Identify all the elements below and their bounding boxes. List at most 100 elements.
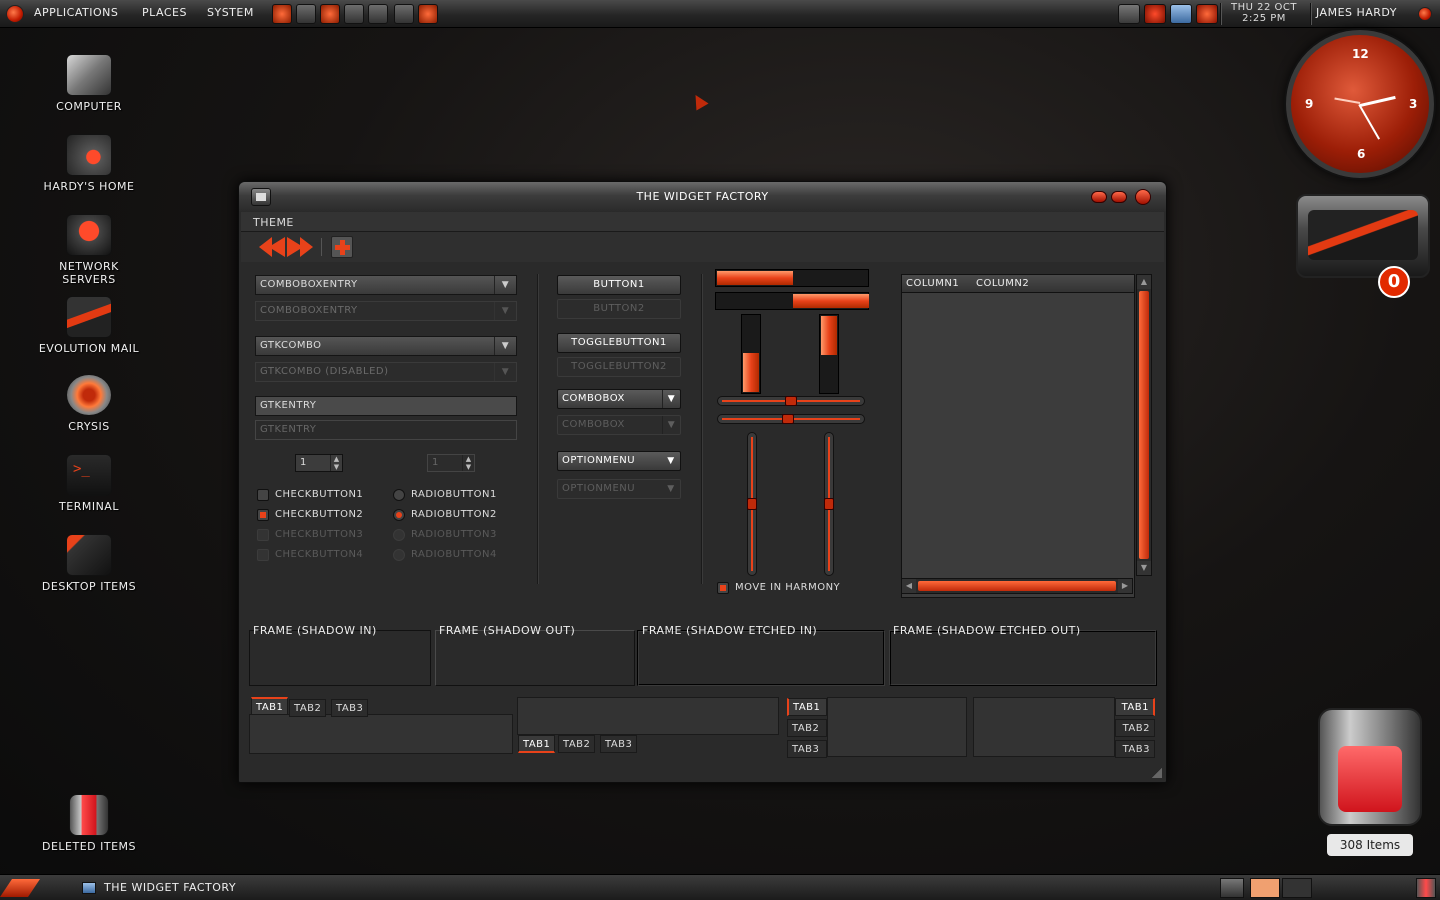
chevron-down-icon[interactable]: ▼ [494,276,516,294]
back-arrow-icon[interactable] [259,237,285,257]
column-header-2[interactable]: column2 [972,275,1029,293]
taskbar-window-button[interactable]: The Widget Factory [74,877,474,899]
desktop-icon-network[interactable]: Network Servers [14,214,164,286]
hscale-2[interactable] [717,414,865,424]
desktop-icon-trash[interactable]: Deleted Items [14,794,164,853]
checkbox[interactable] [257,489,269,501]
scroll-right-icon[interactable]: ▶ [1118,579,1132,593]
optionmenu[interactable]: optionmenu ▼ [557,451,681,471]
horizontal-scrollbar[interactable]: ◀ ▶ [901,578,1133,594]
scale-thumb[interactable] [747,498,757,510]
chevron-down-icon[interactable]: ▼ [662,452,680,470]
panel-clock[interactable]: Thu 22 Oct 2:25 PM [1222,2,1306,24]
launcher-text-icon[interactable] [368,4,388,24]
trash-bin-icon[interactable] [1416,878,1436,898]
scrollbar-thumb[interactable] [1139,291,1149,559]
spinbutton[interactable]: 1 ▲ ▼ [295,454,343,472]
menu-theme[interactable]: Theme [253,216,294,229]
launcher-tools-icon[interactable] [394,4,414,24]
tab-right-2[interactable]: tab2 [1115,719,1155,737]
desktop-icon-mail[interactable]: Evolution Mail [14,296,164,355]
update-tray-icon[interactable] [1144,4,1166,24]
column-header-1[interactable]: column1 [902,275,959,293]
togglebutton1[interactable]: togglebutton1 [557,333,681,353]
tab-top-2[interactable]: tab2 [289,699,327,717]
minimize-button[interactable] [1091,191,1107,203]
clock-widget[interactable]: 12 3 6 9 [1286,30,1434,178]
menu-applications[interactable]: Applications [34,6,118,19]
radio[interactable] [393,509,405,521]
gtkentry[interactable]: gtkentry [255,396,517,416]
radiobutton2[interactable]: radiobutton2 [393,507,497,523]
resize-grip-icon[interactable] [1152,768,1162,778]
scale-thumb[interactable] [785,396,797,406]
user-switcher[interactable]: James Hardy [1316,6,1397,19]
trash-applet-icon[interactable] [1220,878,1244,898]
scrollbar-thumb[interactable] [918,581,1116,591]
checkbutton1[interactable]: checkbutton1 [257,487,363,503]
tree-view[interactable]: column1 column2 [901,274,1135,598]
tab-bottom-3[interactable]: tab3 [600,735,638,753]
desktop-icon-terminal[interactable]: >_ Terminal [14,454,164,513]
maximize-button[interactable] [1111,191,1127,203]
launcher-app-icon[interactable] [418,4,438,24]
launcher-browser-icon[interactable] [272,4,292,24]
desktop-icon-computer[interactable]: Computer [14,54,164,113]
comboboxentry[interactable]: comboboxentry ▼ [255,275,517,295]
tab-right-3[interactable]: tab3 [1115,740,1155,758]
show-desktop-button[interactable] [0,879,40,897]
checkbutton2[interactable]: checkbutton2 [257,507,363,523]
display-tray-icon[interactable] [1118,4,1140,24]
vscale-1[interactable] [747,432,757,576]
close-button[interactable] [1135,189,1151,205]
launcher-mic-icon[interactable] [344,4,364,24]
scroll-down-icon[interactable]: ▼ [1137,561,1151,575]
spin-arrows-icon[interactable]: ▲ ▼ [330,455,342,471]
hscale-1[interactable] [717,396,865,406]
tab-top-1[interactable]: tab1 [251,697,289,715]
workspace-2[interactable] [1282,878,1312,898]
mail-widget[interactable] [1296,194,1430,278]
menu-system[interactable]: System [207,6,254,19]
desktop-icon-desktop-items[interactable]: Desktop Items [14,534,164,593]
launcher-media-icon[interactable] [296,4,316,24]
tab-left-1[interactable]: tab1 [787,698,827,716]
radio[interactable] [393,489,405,501]
distro-logo-icon[interactable] [6,5,24,23]
network-tray-icon[interactable] [1170,4,1192,24]
tab-left-3[interactable]: tab3 [787,740,827,758]
volume-tray-icon[interactable] [1196,4,1218,24]
chevron-down-icon[interactable]: ▼ [662,390,680,408]
gtkcombo[interactable]: gtkcombo ▼ [255,336,517,356]
add-icon[interactable] [331,236,353,258]
radiobutton1[interactable]: radiobutton1 [393,487,497,503]
checkbutton4: checkbutton4 [257,547,363,563]
shutdown-icon[interactable] [1418,7,1432,21]
move-in-harmony-check[interactable]: move in harmony [717,580,840,596]
button1[interactable]: button1 [557,275,681,295]
trash-widget[interactable] [1318,708,1422,826]
tab-bottom-2[interactable]: tab2 [558,735,596,753]
checkbox[interactable] [717,582,729,594]
launcher-firefox-icon[interactable] [320,4,340,24]
desktop-icon-home[interactable]: Hardy's Home [14,134,164,193]
clock-number-12: 12 [1352,47,1369,61]
tab-top-3[interactable]: tab3 [331,699,369,717]
checkbox[interactable] [257,509,269,521]
tab-right-1[interactable]: tab1 [1115,698,1155,716]
scroll-left-icon[interactable]: ◀ [902,579,916,593]
chevron-down-icon[interactable]: ▼ [494,337,516,355]
workspace-1[interactable] [1250,878,1280,898]
vertical-scrollbar[interactable]: ▲ ▼ [1136,274,1152,576]
menu-places[interactable]: Places [142,6,187,19]
scale-thumb[interactable] [782,414,795,424]
vscale-2[interactable] [824,432,834,576]
tab-left-2[interactable]: tab2 [787,719,827,737]
tab-bottom-1[interactable]: tab1 [518,735,556,753]
scale-thumb[interactable] [824,498,834,510]
desktop-icon-crysis[interactable]: Crysis [14,374,164,433]
scroll-up-icon[interactable]: ▲ [1137,275,1151,289]
window-titlebar[interactable]: The Widget Factory [239,182,1166,212]
forward-arrow-icon[interactable] [287,237,313,257]
combobox[interactable]: combobox ▼ [557,389,681,409]
